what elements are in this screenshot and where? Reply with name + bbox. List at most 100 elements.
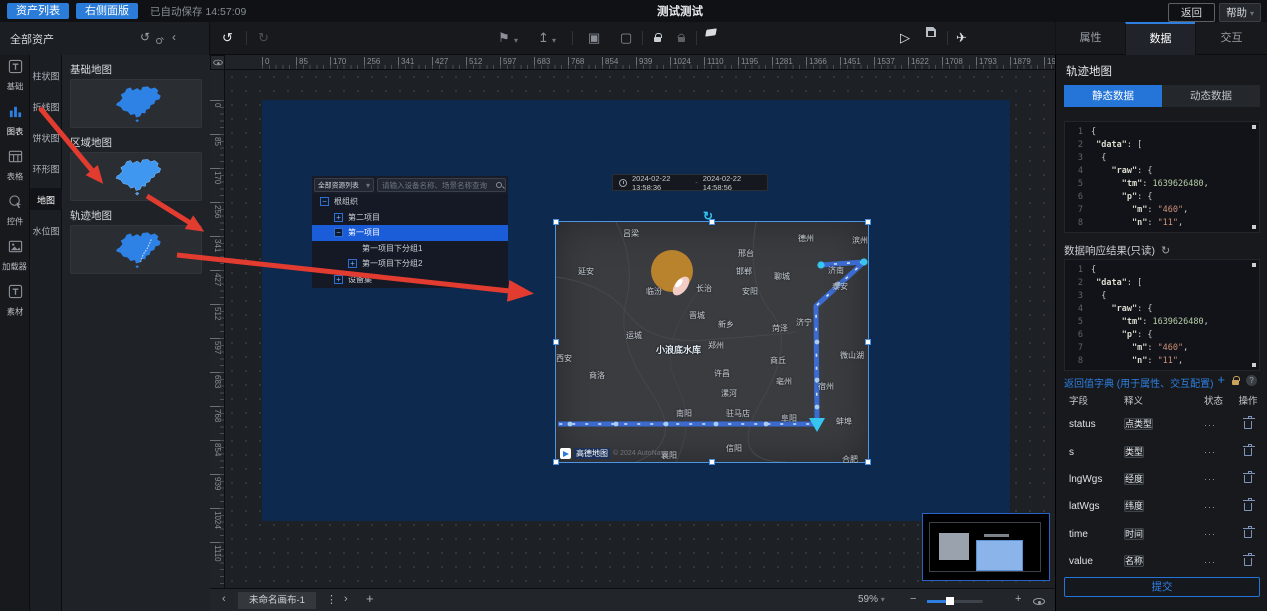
meaning-input[interactable]: 纬度 — [1124, 500, 1144, 512]
zoom-slider[interactable] — [927, 600, 983, 603]
zoom-in-icon[interactable]: + — [1015, 593, 1021, 605]
prev-canvas-icon[interactable]: ‹ — [222, 593, 226, 605]
delete-field-icon[interactable] — [1244, 421, 1252, 429]
redo-icon[interactable]: ↻ — [258, 28, 269, 48]
unlock-icon[interactable] — [678, 28, 685, 48]
bar-chart-icon — [8, 104, 23, 124]
map-city-label: 菏泽 — [772, 323, 788, 334]
time-range-picker[interactable]: 2024-02-22 13:58:36 - 2024-02-22 14:58:5… — [612, 174, 768, 191]
category-地图[interactable]: 地图 — [30, 188, 62, 210]
group-icon[interactable]: ▣ — [588, 28, 600, 48]
category-折线图[interactable]: 折线图 — [30, 95, 62, 117]
sidebar-item-table[interactable]: 表格 — [0, 149, 30, 176]
undo-icon[interactable]: ↺ — [222, 28, 233, 48]
tree-node[interactable]: −第一项目 — [312, 225, 508, 241]
zoom-slider-knob[interactable] — [946, 597, 954, 605]
static-data-editor[interactable]: 1{2 "data": [3 {4 "raw": {5 "tm": 163962… — [1064, 121, 1260, 233]
asset-thumb-basic[interactable] — [70, 79, 202, 128]
refresh-assets-icon[interactable]: ↺ — [140, 30, 150, 44]
meaning-input[interactable]: 类型 — [1124, 446, 1144, 458]
meaning-input[interactable]: 经度 — [1124, 473, 1144, 485]
category-水位图[interactable]: 水位图 — [30, 219, 62, 241]
refresh-response-icon[interactable]: ↻ — [1161, 245, 1170, 257]
chevron-down-icon[interactable]: ▾ — [552, 31, 556, 51]
device-search-input[interactable] — [377, 178, 506, 192]
tree-node[interactable]: +设备集 — [312, 272, 508, 288]
save-icon[interactable] — [926, 22, 936, 43]
collapse-icon[interactable]: − — [334, 228, 343, 237]
add-canvas-icon[interactable]: + — [366, 591, 374, 606]
trajectory-map-component[interactable]: 吕梁延安德州滨州邢台邯郸聊城济南泰安临汾长治安阳晋城新乡菏泽济宁运城郑州商丘微山… — [556, 222, 868, 462]
tab-dynamic-data[interactable]: 动态数据 — [1162, 85, 1260, 107]
tree-node[interactable]: +第二项目 — [312, 210, 508, 226]
duplicate-icon[interactable]: ▢ — [620, 28, 632, 48]
search-icon[interactable] — [496, 182, 502, 188]
category-环形图[interactable]: 环形图 — [30, 157, 62, 179]
help-button[interactable]: 帮助 ▾ — [1219, 3, 1261, 22]
visibility-icon[interactable] — [1033, 596, 1045, 608]
sidebar-item-control[interactable]: 控件 — [0, 194, 30, 221]
canvas-tab[interactable]: 未命名画布-1 — [238, 592, 316, 609]
back-button[interactable]: 返回 — [1168, 3, 1215, 22]
meaning-input[interactable]: 时间 — [1124, 528, 1144, 540]
canvas-workspace[interactable]: 全部资源列表▾ −根组织+第二项目−第一项目−第一项目下分组1+第一项目下分组2… — [225, 70, 1055, 588]
tree-node[interactable]: −第一项目下分组1 — [312, 241, 508, 257]
asset-thumb-region[interactable] — [70, 152, 202, 201]
help-icon[interactable]: ? — [1246, 375, 1257, 386]
right-panel-button[interactable]: 右侧面版 — [76, 3, 138, 19]
resize-handle[interactable] — [553, 459, 559, 465]
tab-static-data[interactable]: 静态数据 — [1064, 85, 1162, 107]
move-to-top-icon[interactable]: ↥ — [538, 28, 549, 48]
publish-icon[interactable]: ✈ — [956, 28, 967, 48]
add-field-icon[interactable]: + — [1217, 374, 1225, 386]
resize-handle[interactable] — [865, 339, 871, 345]
lock-fields-icon[interactable] — [1232, 380, 1239, 385]
collapse-panel-icon[interactable]: ‹ — [172, 30, 176, 44]
tab-properties[interactable]: 属性 — [1055, 22, 1125, 55]
tab-data[interactable]: 数据 — [1125, 22, 1195, 55]
expand-icon[interactable]: + — [334, 275, 343, 284]
asset-thumb-trajectory[interactable] — [70, 225, 202, 274]
expand-icon[interactable]: + — [334, 213, 343, 222]
tab-interaction[interactable]: 交互 — [1195, 22, 1267, 55]
sidebar-item-loader[interactable]: 加载器 — [0, 239, 30, 266]
zoom-out-icon[interactable]: − — [910, 593, 916, 605]
delete-field-icon[interactable] — [1244, 503, 1252, 511]
delete-field-icon[interactable] — [1244, 530, 1252, 538]
canvas-menu-icon[interactable]: ⋮ — [326, 593, 337, 606]
marker-flag-icon[interactable]: ⚑ — [498, 28, 510, 48]
preview-play-icon[interactable]: ▷ — [900, 28, 910, 48]
tree-node[interactable]: −根组织 — [312, 194, 508, 210]
resize-handle[interactable] — [553, 219, 559, 225]
resize-handle[interactable] — [553, 339, 559, 345]
code-line: 1{ — [1067, 126, 1257, 139]
sidebar-item-bar-chart[interactable]: 图表 — [0, 104, 30, 131]
sidebar-item-material[interactable]: 素材 — [0, 284, 30, 311]
delete-field-icon[interactable] — [1244, 558, 1252, 566]
zoom-level[interactable]: 59% ▾ — [858, 594, 885, 605]
resize-handle[interactable] — [709, 459, 715, 465]
meaning-input[interactable]: 名称 — [1124, 555, 1144, 567]
category-饼状图[interactable]: 饼状图 — [30, 126, 62, 148]
lock-icon[interactable] — [654, 28, 661, 48]
category-柱状图[interactable]: 柱状图 — [30, 64, 62, 86]
minimap[interactable] — [922, 513, 1050, 581]
collapse-icon[interactable]: − — [320, 197, 329, 206]
next-canvas-icon[interactable]: › — [344, 593, 348, 605]
delete-field-icon[interactable] — [1244, 448, 1252, 456]
resize-handle[interactable] — [865, 459, 871, 465]
chevron-down-icon[interactable]: ▾ — [514, 31, 518, 51]
submit-button[interactable]: 提交 — [1064, 577, 1260, 597]
meaning-input[interactable]: 点类型 — [1124, 418, 1153, 430]
eraser-icon[interactable] — [706, 22, 716, 42]
ruler-corner[interactable] — [210, 55, 225, 70]
delete-field-icon[interactable] — [1244, 475, 1252, 483]
asset-list-button[interactable]: 资产列表 — [7, 3, 69, 19]
tree-node[interactable]: +第一项目下分组2 — [312, 256, 508, 272]
resource-type-dropdown[interactable]: 全部资源列表▾ — [314, 178, 374, 192]
sidebar-item-text-box[interactable]: 基础 — [0, 59, 30, 86]
search-assets-icon[interactable] — [156, 33, 162, 47]
expand-icon[interactable]: + — [348, 259, 357, 268]
resize-handle[interactable] — [709, 219, 715, 225]
resize-handle[interactable] — [865, 219, 871, 225]
